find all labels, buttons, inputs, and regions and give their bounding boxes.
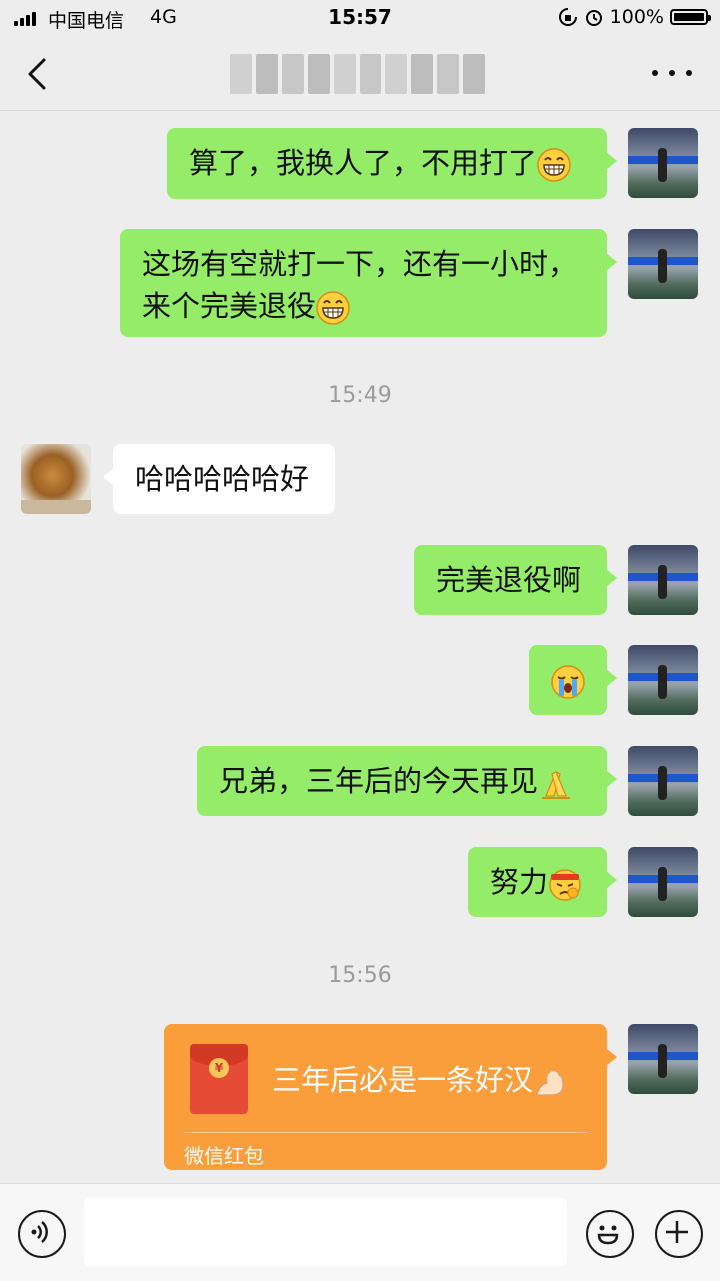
message-text: 算了，我换人了，不用打了 bbox=[189, 146, 538, 180]
voice-icon[interactable] bbox=[18, 1210, 66, 1258]
crying-emoji-icon bbox=[551, 665, 585, 699]
rotation-lock-icon bbox=[558, 8, 577, 26]
signal-icon bbox=[14, 10, 40, 26]
message-bubble[interactable] bbox=[529, 645, 617, 715]
alarm-icon bbox=[585, 10, 602, 26]
battery-icon bbox=[670, 9, 711, 25]
divider bbox=[184, 1132, 587, 1133]
self-avatar[interactable] bbox=[628, 1024, 698, 1094]
smiley-icon[interactable] bbox=[586, 1210, 634, 1258]
self-avatar[interactable] bbox=[628, 746, 698, 816]
network-type: 4G bbox=[150, 6, 177, 28]
message-bubble[interactable]: 哈哈哈哈哈好 bbox=[103, 444, 335, 514]
timestamp: 15:49 bbox=[328, 383, 392, 408]
self-avatar[interactable] bbox=[628, 847, 698, 917]
message-input[interactable] bbox=[84, 1198, 567, 1266]
red-envelope-icon: ¥ bbox=[190, 1044, 248, 1114]
message-text: 兄弟，三年后的今天再见 bbox=[219, 764, 539, 798]
carrier-label: 中国电信 bbox=[48, 10, 125, 32]
status-bar: 中国电信 4G 15:57 100% bbox=[0, 0, 720, 36]
chat-title-blurred bbox=[230, 54, 486, 94]
red-packet-card[interactable]: ¥ 三年后必是一条好汉 微信红包 bbox=[164, 1024, 617, 1170]
muscle-emoji-icon bbox=[533, 1065, 567, 1099]
ellipsis-icon[interactable] bbox=[652, 62, 692, 84]
self-avatar[interactable] bbox=[628, 545, 698, 615]
self-avatar[interactable] bbox=[628, 128, 698, 198]
grin-emoji-icon bbox=[316, 291, 351, 325]
message-bubble[interactable]: 这场有空就打一下，还有一小时，来个完美退役 bbox=[120, 229, 617, 337]
message-text: 哈哈哈哈哈好 bbox=[135, 462, 310, 496]
chevron-left-icon[interactable] bbox=[22, 54, 58, 94]
grin-emoji-icon bbox=[537, 148, 572, 182]
self-avatar[interactable] bbox=[628, 645, 698, 715]
input-bar bbox=[0, 1183, 720, 1281]
message-bubble[interactable]: 努力 bbox=[468, 847, 617, 917]
battery-percent: 100% bbox=[609, 6, 664, 28]
fight-emoji-icon bbox=[548, 867, 582, 901]
message-text: 这场有空就打一下，还有一小时，来个完美退役 bbox=[142, 247, 578, 323]
message-text: 努力 bbox=[490, 865, 549, 899]
contact-avatar[interactable] bbox=[21, 444, 91, 514]
pray-emoji-icon bbox=[538, 766, 572, 800]
message-bubble[interactable]: 算了，我换人了，不用打了 bbox=[167, 128, 617, 199]
red-packet-message: 三年后必是一条好汉 bbox=[272, 1063, 534, 1097]
message-bubble[interactable]: 兄弟，三年后的今天再见 bbox=[197, 746, 617, 816]
self-avatar[interactable] bbox=[628, 229, 698, 299]
plus-icon[interactable] bbox=[655, 1210, 703, 1258]
chat-header bbox=[0, 36, 720, 111]
timestamp: 15:56 bbox=[328, 963, 392, 988]
message-text: 完美退役啊 bbox=[436, 563, 582, 597]
message-bubble[interactable]: 完美退役啊 bbox=[414, 545, 617, 615]
red-packet-label: 微信红包 bbox=[184, 1144, 264, 1168]
